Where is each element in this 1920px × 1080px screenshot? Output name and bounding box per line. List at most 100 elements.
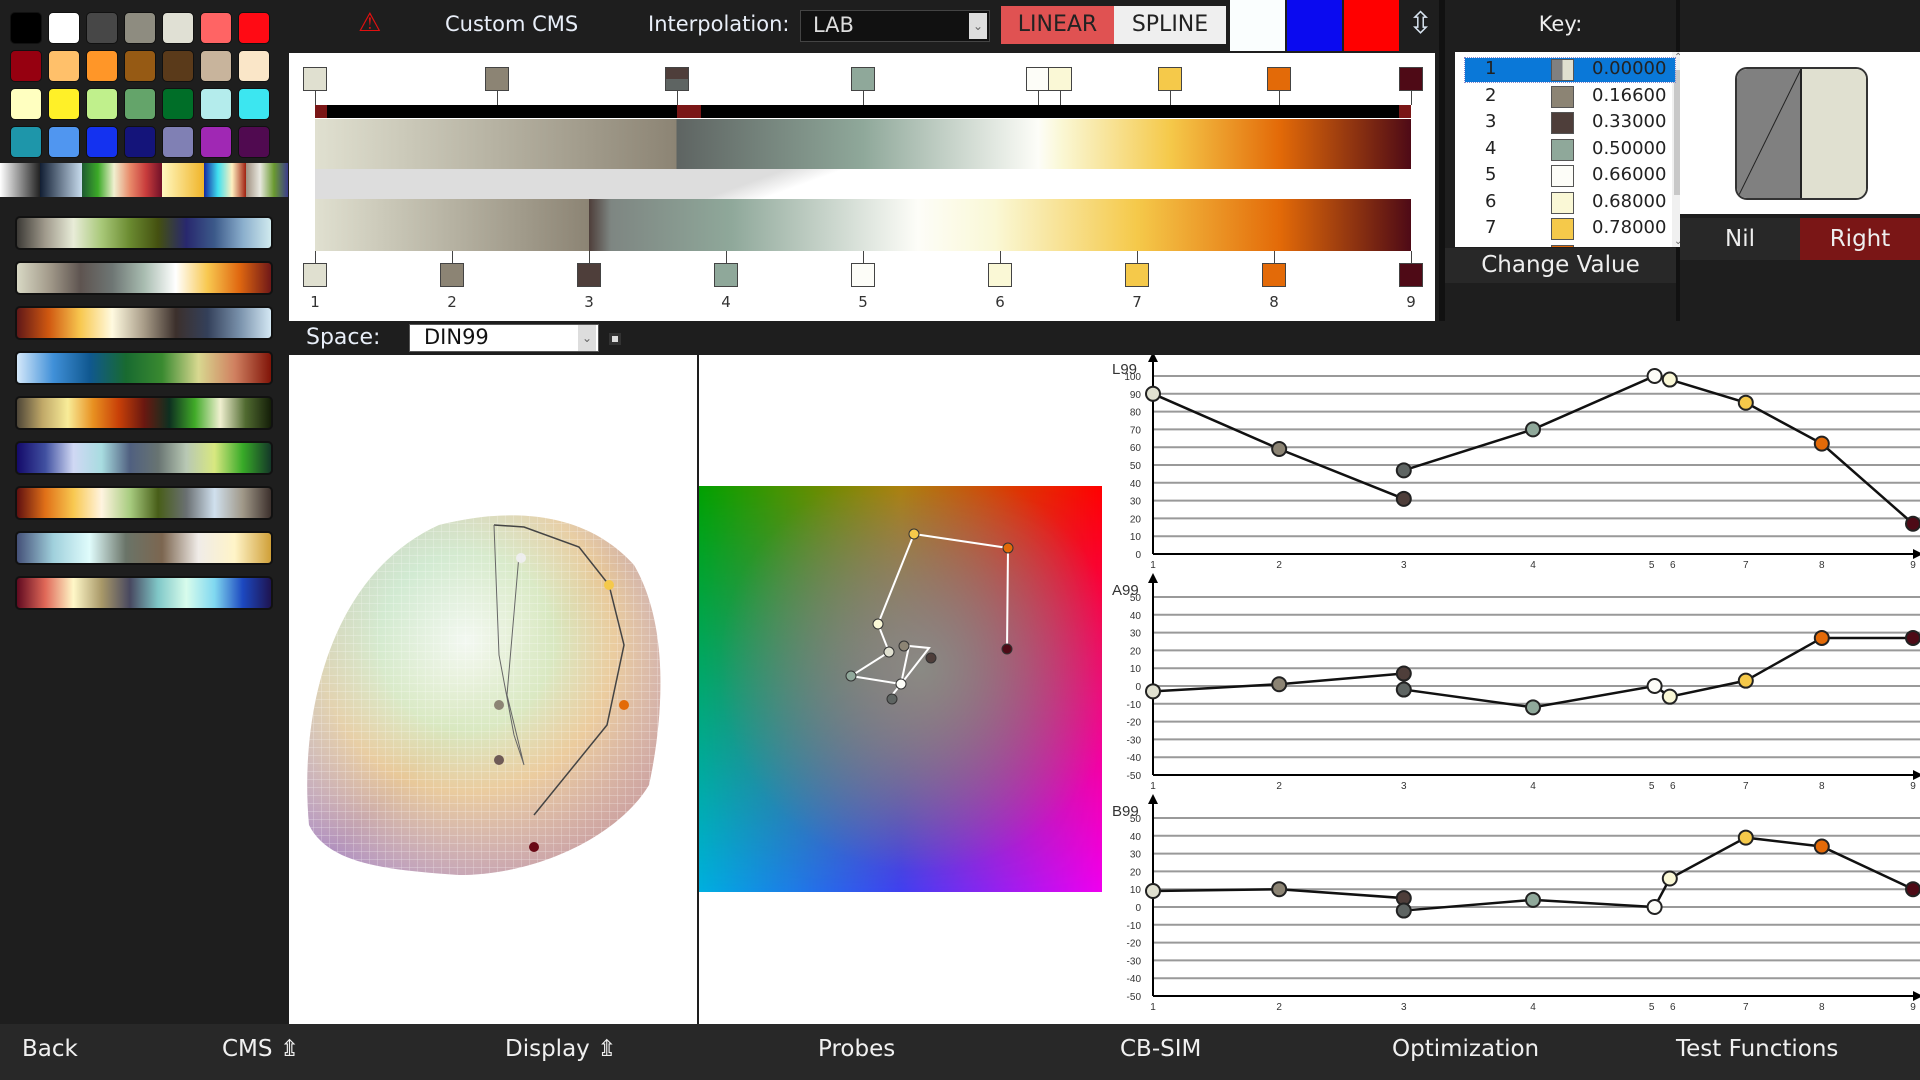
colormap-strip[interactable]	[246, 163, 288, 197]
nav-cb-sim[interactable]: CB-SIM	[1120, 1036, 1201, 1062]
key-marker-bottom[interactable]	[1399, 263, 1423, 287]
data-point[interactable]	[1646, 368, 1663, 384]
key-list-item[interactable]: 4 0.50000	[1465, 138, 1675, 162]
key-list-item[interactable]: 3 0.33000	[1465, 111, 1675, 135]
data-point[interactable]	[1813, 629, 1830, 646]
palette-swatch[interactable]	[238, 88, 270, 120]
preview-swatch[interactable]	[1735, 67, 1868, 200]
data-point[interactable]	[1905, 629, 1920, 646]
palette-swatch[interactable]	[86, 50, 118, 82]
data-point[interactable]	[1395, 490, 1412, 507]
data-point[interactable]	[1145, 882, 1161, 899]
palette-swatch[interactable]	[162, 12, 194, 44]
palette-swatch[interactable]	[238, 12, 270, 44]
palette-swatch[interactable]	[48, 50, 80, 82]
change-value-button[interactable]: Change Value	[1445, 248, 1676, 283]
key-marker-top[interactable]	[1048, 67, 1073, 91]
palette-swatch[interactable]	[48, 12, 80, 44]
key-marker-bottom[interactable]	[577, 263, 601, 287]
key-list-item[interactable]: 1 0.00000	[1464, 57, 1676, 83]
key-marker-top[interactable]	[664, 67, 689, 91]
key-list-item[interactable]: 5 0.66000	[1465, 164, 1675, 188]
key-marker-top[interactable]	[303, 67, 327, 91]
data-point[interactable]	[1661, 870, 1678, 887]
key-marker-top[interactable]	[851, 67, 875, 91]
data-point[interactable]	[1395, 462, 1412, 479]
color-box-blue[interactable]	[1287, 0, 1342, 51]
palette-swatch[interactable]	[162, 88, 194, 120]
colormap-preset[interactable]	[15, 261, 273, 295]
palette-swatch[interactable]	[124, 12, 156, 44]
colormap-preset[interactable]	[15, 486, 273, 520]
key-marker-bottom[interactable]	[303, 263, 327, 287]
3d-gamut-view[interactable]	[289, 355, 697, 1024]
palette-swatch[interactable]	[124, 88, 156, 120]
data-point[interactable]	[1737, 394, 1754, 411]
colormap-strip[interactable]	[162, 163, 204, 197]
linear-button[interactable]: LINEAR	[1001, 6, 1114, 44]
colormap-editor[interactable]: 1 2 3 4 5 6 7 8 9	[289, 53, 1435, 321]
colormap-preset[interactable]	[15, 531, 273, 565]
data-point[interactable]	[1525, 699, 1541, 716]
data-point[interactable]	[1395, 902, 1412, 919]
data-point[interactable]	[1813, 435, 1830, 452]
nav-display[interactable]: Display ⇭	[505, 1036, 616, 1062]
data-point[interactable]	[1661, 371, 1678, 388]
palette-swatch[interactable]	[124, 50, 156, 82]
palette-swatch[interactable]	[200, 50, 232, 82]
key-marker-top[interactable]	[484, 67, 509, 91]
key-marker-bottom[interactable]	[1262, 263, 1286, 287]
data-point[interactable]	[1271, 881, 1288, 898]
palette-swatch[interactable]	[238, 50, 270, 82]
colormap-preset[interactable]	[15, 216, 273, 250]
palette-swatch[interactable]	[124, 126, 156, 158]
data-point[interactable]	[1737, 672, 1754, 689]
data-point[interactable]	[1905, 515, 1920, 532]
nav-test[interactable]: Test Functions	[1676, 1036, 1838, 1062]
colormap-strip[interactable]	[0, 163, 40, 197]
key-marker-top[interactable]	[1026, 67, 1051, 91]
key-list-item[interactable]: 2 0.16600	[1465, 85, 1675, 109]
palette-swatch[interactable]	[10, 126, 42, 158]
palette-swatch[interactable]	[10, 12, 42, 44]
data-point[interactable]	[1525, 421, 1541, 438]
color-box-white[interactable]	[1230, 0, 1285, 51]
colormap-preset[interactable]	[15, 396, 273, 430]
key-marker-bottom[interactable]	[714, 263, 738, 287]
data-point[interactable]	[1646, 678, 1663, 694]
spline-button[interactable]: SPLINE	[1114, 6, 1226, 44]
channel-graphs[interactable]: 0 10 20 30 40 50 60 70 80 90 100 L99 1 2 3 4 5 6 7 8 9 -50 -40…	[1102, 352, 1920, 1024]
data-point[interactable]	[1395, 665, 1412, 682]
track-marker[interactable]	[676, 105, 701, 118]
colormap-strip[interactable]	[204, 163, 246, 197]
key-marker-top[interactable]	[1157, 67, 1182, 91]
space-option-toggle[interactable]	[609, 333, 621, 345]
palette-swatch[interactable]	[48, 88, 80, 120]
data-point[interactable]	[1813, 838, 1830, 855]
nil-button[interactable]: Nil	[1680, 218, 1800, 260]
palette-swatch[interactable]	[10, 50, 42, 82]
space-select[interactable]: DIN99 ⌄	[409, 324, 599, 352]
data-point[interactable]	[1271, 440, 1288, 457]
ab-plane-view[interactable]	[699, 355, 1102, 1024]
color-box-red[interactable]	[1344, 0, 1399, 51]
palette-swatch[interactable]	[238, 126, 270, 158]
colormap-gradient-top[interactable]	[315, 119, 1411, 169]
nav-back[interactable]: Back	[22, 1036, 78, 1062]
data-point[interactable]	[1661, 688, 1678, 705]
palette-swatch[interactable]	[200, 12, 232, 44]
key-marker-top[interactable]	[1399, 67, 1423, 91]
key-list[interactable]: ⌃ ⌄ 1 0.00000 2 0.16600 3 0.33000 4 0.50000 5 0.6…	[1455, 52, 1687, 247]
track-marker[interactable]	[315, 105, 327, 118]
data-point[interactable]	[1646, 899, 1663, 915]
palette-swatch[interactable]	[200, 88, 232, 120]
nav-probes[interactable]: Probes	[818, 1036, 895, 1062]
key-marker-bottom[interactable]	[851, 263, 875, 287]
key-marker-bottom[interactable]	[988, 263, 1012, 287]
colormap-strip[interactable]	[82, 163, 162, 197]
palette-swatch[interactable]	[162, 50, 194, 82]
key-marker-bottom[interactable]	[440, 263, 464, 287]
right-button[interactable]: Right	[1800, 218, 1920, 260]
colormap-preset[interactable]	[15, 306, 273, 340]
key-marker-bottom[interactable]	[1125, 263, 1149, 287]
